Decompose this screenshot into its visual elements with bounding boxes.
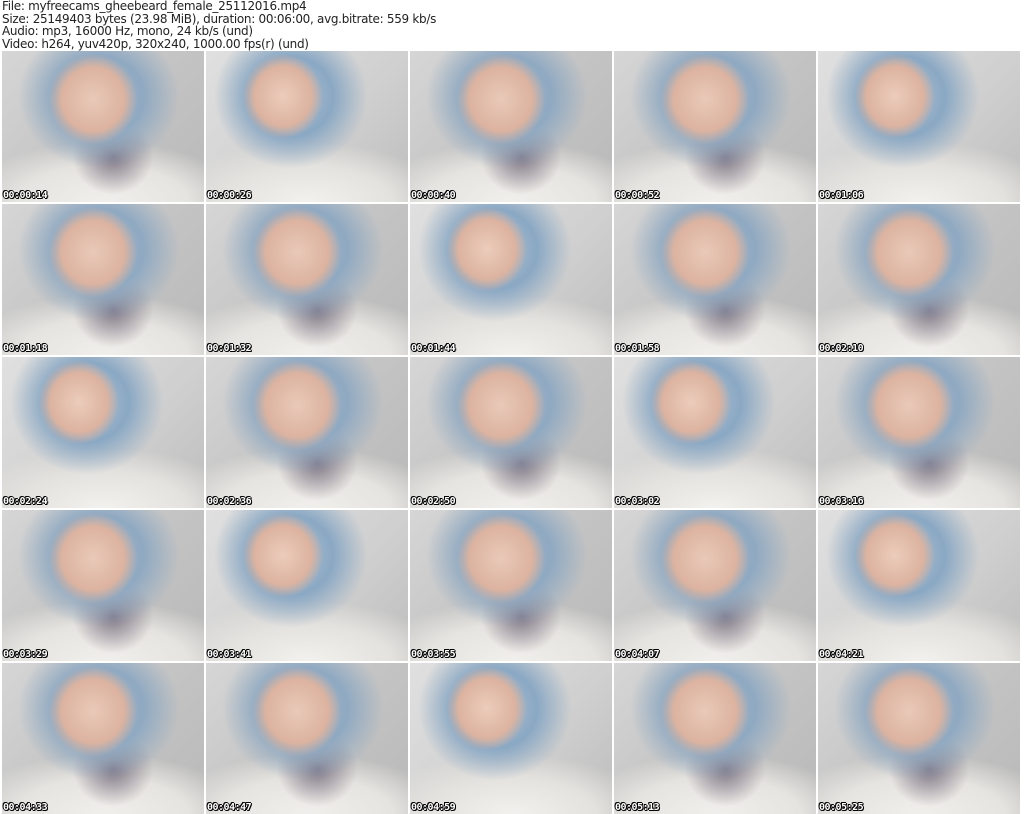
thumbnail-timestamp: 00:02:50 (411, 496, 456, 507)
video-thumbnail: 00:00:40 (410, 51, 612, 202)
video-thumbnail: 00:02:36 (206, 357, 408, 508)
thumbnail-timestamp: 00:02:24 (3, 496, 48, 507)
file-name: File: myfreecams_gheebeard_female_251120… (2, 0, 307, 13)
video-info: Video: h264, yuv420p, 320x240, 1000.00 f… (2, 36, 309, 51)
thumbnail-timestamp: 00:00:14 (3, 190, 48, 201)
thumbnail-timestamp: 00:04:21 (819, 649, 864, 660)
thumbnail-timestamp: 00:05:25 (819, 802, 864, 813)
thumbnail-timestamp: 00:03:02 (615, 496, 660, 507)
video-thumbnail: 00:03:02 (614, 357, 816, 508)
thumbnail-timestamp: 00:03:41 (207, 649, 252, 660)
thumbnail-timestamp: 00:04:33 (3, 802, 48, 813)
thumbnail-timestamp: 00:03:55 (411, 649, 456, 660)
video-thumbnail: 00:04:21 (818, 510, 1020, 661)
thumbnail-timestamp: 00:04:47 (207, 802, 252, 813)
thumbnail-timestamp: 00:00:40 (411, 190, 456, 201)
thumbnail-timestamp: 00:01:18 (3, 343, 48, 354)
video-thumbnail: 00:04:33 (2, 663, 204, 814)
thumbnail-timestamp: 00:01:44 (411, 343, 456, 354)
thumbnail-timestamp: 00:00:52 (615, 190, 660, 201)
thumbnail-timestamp: 00:04:07 (615, 649, 660, 660)
thumbnail-timestamp: 00:02:36 (207, 496, 252, 507)
video-thumbnail: 00:04:59 (410, 663, 612, 814)
thumbnail-timestamp: 00:03:16 (819, 496, 864, 507)
video-thumbnail: 00:03:29 (2, 510, 204, 661)
video-thumbnail: 00:03:16 (818, 357, 1020, 508)
thumbnail-timestamp: 00:03:29 (3, 649, 48, 660)
video-thumbnail: 00:01:32 (206, 204, 408, 355)
video-thumbnail: 00:03:55 (410, 510, 612, 661)
thumbnail-grid: 00:00:14 00:00:26 00:00:40 00:00:52 00:01:06… (2, 51, 1020, 814)
thumbnail-timestamp: 00:01:58 (615, 343, 660, 354)
thumbnail-timestamp: 00:02:10 (819, 343, 864, 354)
file-info-header: File: myfreecams_gheebeard_female_251120… (2, 0, 436, 50)
thumbnail-timestamp: 00:00:26 (207, 190, 252, 201)
video-thumbnail: 00:03:41 (206, 510, 408, 661)
video-thumbnail: 00:01:44 (410, 204, 612, 355)
thumbnail-timestamp: 00:04:59 (411, 802, 456, 813)
thumbnail-timestamp: 00:05:13 (615, 802, 660, 813)
video-thumbnail: 00:04:07 (614, 510, 816, 661)
thumbnail-timestamp: 00:01:32 (207, 343, 252, 354)
video-thumbnail: 00:01:18 (2, 204, 204, 355)
video-thumbnail: 00:05:25 (818, 663, 1020, 814)
video-thumbnail: 00:01:06 (818, 51, 1020, 202)
video-thumbnail: 00:01:58 (614, 204, 816, 355)
video-thumbnail: 00:02:24 (2, 357, 204, 508)
video-thumbnail: 00:00:52 (614, 51, 816, 202)
video-thumbnail: 00:05:13 (614, 663, 816, 814)
video-thumbnail: 00:02:10 (818, 204, 1020, 355)
video-thumbnail: 00:02:50 (410, 357, 612, 508)
audio-info: Audio: mp3, 16000 Hz, mono, 24 kb/s (und… (2, 24, 253, 38)
video-thumbnail: 00:00:14 (2, 51, 204, 202)
video-thumbnail: 00:04:47 (206, 663, 408, 814)
video-thumbnail: 00:00:26 (206, 51, 408, 202)
thumbnail-timestamp: 00:01:06 (819, 190, 864, 201)
